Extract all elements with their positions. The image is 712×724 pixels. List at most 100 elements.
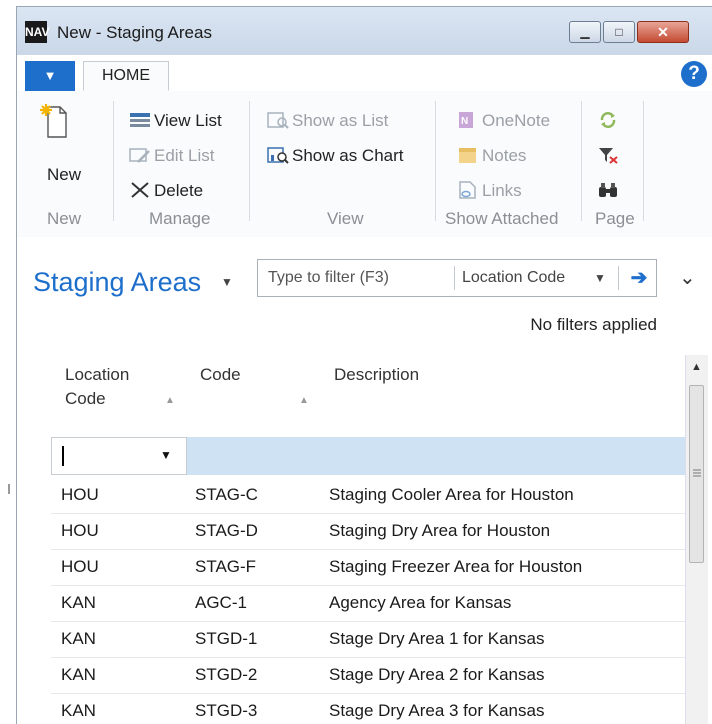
app-window: NAV New - Staging Areas ▁ □ ✕ ▼ HOME ? N… — [16, 6, 712, 724]
cell-description: Stage Dry Area 2 for Kansas — [329, 665, 545, 684]
edit-list-button[interactable]: Edit List — [129, 144, 214, 168]
column-header-location-code[interactable]: Location Code — [65, 363, 129, 411]
help-icon[interactable]: ? — [681, 61, 707, 87]
delete-label: Delete — [154, 181, 204, 200]
vertical-scrollbar[interactable]: ▲ — [685, 355, 708, 724]
app-logo-icon: NAV — [25, 21, 49, 43]
links-button[interactable]: Links — [457, 179, 522, 203]
view-list-label: View List — [154, 111, 222, 130]
cell-description: Staging Cooler Area for Houston — [329, 485, 574, 504]
column-header-line: Location — [65, 365, 130, 384]
table-row[interactable]: KAN STGD-2 Stage Dry Area 2 for Kansas — [51, 657, 691, 694]
show-as-chart-icon — [267, 146, 289, 164]
staging-areas-grid: Location Code ▲ Code ▲ Description ▼ HOU… — [43, 349, 691, 724]
cell-description: Stage Dry Area 3 for Kansas — [329, 701, 545, 720]
notes-label: Notes — [482, 146, 527, 165]
cell-location-code: KAN — [61, 665, 96, 684]
tab-home[interactable]: HOME — [83, 61, 169, 91]
dropdown-arrow-icon[interactable]: ▼ — [160, 448, 172, 462]
page-title[interactable]: Staging Areas — [33, 267, 201, 298]
application-menu-button[interactable]: ▼ — [25, 61, 75, 91]
group-label-show-attached: Show Attached — [445, 209, 559, 228]
cell-code: STAG-C — [195, 485, 258, 504]
onenote-button[interactable]: N OneNote — [457, 109, 550, 133]
title-bar: NAV New - Staging Areas ▁ □ ✕ — [17, 7, 712, 55]
find-button[interactable] — [597, 179, 622, 203]
group-divider — [643, 101, 644, 221]
group-label-view: View — [327, 209, 364, 228]
scrollbar-thumb[interactable] — [689, 385, 704, 563]
links-icon — [457, 181, 479, 199]
table-row[interactable]: KAN STGD-3 Stage Dry Area 3 for Kansas — [51, 693, 691, 724]
view-list-button[interactable]: View List — [129, 109, 222, 133]
column-header-line: Code — [65, 389, 106, 408]
cell-code: STGD-2 — [195, 665, 258, 684]
table-row[interactable]: HOU STAG-F Staging Freezer Area for Hous… — [51, 549, 691, 586]
refresh-button[interactable] — [597, 109, 622, 133]
show-as-list-button[interactable]: Show as List — [267, 109, 388, 133]
new-record-row[interactable]: ▼ — [51, 437, 691, 475]
filter-divider — [618, 266, 619, 290]
onenote-icon: N — [457, 111, 479, 129]
table-row[interactable]: HOU STAG-C Staging Cooler Area for Houst… — [51, 477, 691, 514]
new-button-label: New — [47, 165, 82, 184]
delete-x-icon — [129, 181, 151, 199]
location-code-input[interactable]: ▼ — [51, 437, 187, 475]
close-button[interactable]: ✕ — [637, 21, 689, 43]
edit-list-label: Edit List — [154, 146, 215, 165]
grip-icon — [693, 468, 701, 478]
expand-filter-chevron-icon[interactable]: ⌄ — [679, 265, 696, 290]
scroll-up-arrow-icon[interactable]: ▲ — [691, 361, 702, 373]
cell-description: Staging Dry Area for Houston — [329, 521, 551, 540]
table-row[interactable]: HOU STAG-D Staging Dry Area for Houston — [51, 513, 691, 550]
cell-code: STGD-1 — [195, 629, 258, 648]
refresh-icon — [597, 111, 619, 129]
apply-filter-arrow-icon[interactable]: ➔ — [624, 260, 654, 296]
cell-description: Agency Area for Kansas — [329, 593, 512, 612]
clear-filter-button[interactable] — [597, 144, 622, 168]
ribbon-group-new: New New — [17, 91, 113, 237]
cell-location-code: HOU — [61, 485, 99, 504]
cell-location-code: KAN — [61, 701, 96, 720]
cell-code: STAG-F — [195, 557, 257, 576]
new-document-icon — [40, 104, 67, 138]
table-row[interactable]: KAN AGC-1 Agency Area for Kansas — [51, 585, 691, 622]
onenote-label: OneNote — [482, 111, 551, 130]
maximize-button[interactable]: □ — [603, 21, 635, 43]
group-label-page: Page — [595, 209, 635, 228]
column-header-code[interactable]: Code — [200, 363, 241, 387]
show-as-list-label: Show as List — [292, 111, 389, 130]
minimize-button[interactable]: ▁ — [569, 21, 601, 43]
group-label-new: New — [47, 209, 82, 228]
table-row[interactable]: KAN STGD-1 Stage Dry Area 1 for Kansas — [51, 621, 691, 658]
show-as-chart-button[interactable]: Show as Chart — [267, 144, 404, 168]
cell-location-code: KAN — [61, 593, 96, 612]
group-divider — [581, 101, 582, 221]
column-header-description[interactable]: Description — [334, 363, 419, 387]
ribbon-group-manage: View List Edit List Delete Manage — [115, 91, 249, 237]
filter-field-select[interactable]: Location Code — [462, 260, 565, 296]
cell-location-code: HOU — [61, 557, 99, 576]
show-as-list-icon — [267, 111, 289, 129]
sort-ascending-icon: ▲ — [299, 395, 309, 406]
cell-code: AGC-1 — [195, 593, 247, 612]
chevron-down-icon[interactable]: ▼ — [594, 260, 606, 296]
filter-input[interactable] — [258, 260, 472, 296]
show-as-chart-label: Show as Chart — [292, 146, 404, 165]
cell-location-code: KAN — [61, 629, 96, 648]
chevron-down-icon[interactable]: ▼ — [221, 275, 233, 289]
notes-button[interactable]: Notes — [457, 144, 526, 168]
ribbon-tab-bar: ▼ HOME ? — [17, 55, 712, 92]
delete-button[interactable]: Delete — [129, 179, 203, 203]
ribbon: New New View List Edit List Delete Manag… — [17, 91, 712, 238]
column-header-line: Description — [334, 365, 420, 384]
group-label-manage: Manage — [149, 209, 211, 228]
group-divider — [435, 101, 436, 221]
links-label: Links — [482, 181, 522, 200]
edit-list-icon — [129, 146, 151, 164]
view-list-icon — [129, 111, 151, 129]
ribbon-group-view: Show as List Show as Chart View — [251, 91, 435, 237]
svg-text:N: N — [461, 116, 468, 127]
group-divider — [113, 101, 114, 221]
filter-status: No filters applied — [530, 315, 657, 334]
